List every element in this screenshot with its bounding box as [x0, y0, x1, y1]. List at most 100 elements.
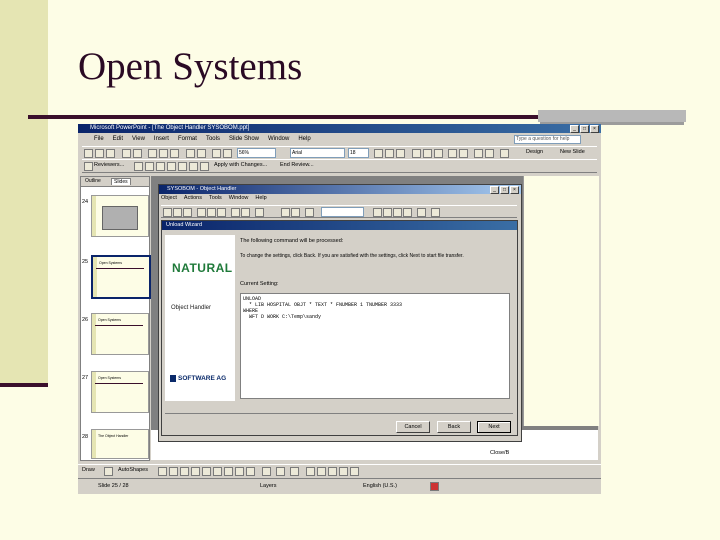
3d-style-icon[interactable]: [350, 467, 359, 476]
align-center-icon[interactable]: [423, 149, 432, 158]
numbering-icon[interactable]: [459, 149, 468, 158]
line-color-icon[interactable]: [276, 467, 285, 476]
sysobom-menu-item-window[interactable]: Window: [229, 195, 249, 201]
redo-icon[interactable]: [197, 149, 206, 158]
save-icon[interactable]: [106, 149, 115, 158]
cut-icon[interactable]: [148, 149, 157, 158]
chart-icon[interactable]: [212, 149, 221, 158]
font-size-select[interactable]: 18: [348, 148, 369, 158]
draw-menu-button[interactable]: Draw: [82, 467, 95, 473]
arrow-right-icon[interactable]: [281, 208, 290, 217]
font-size-increase-icon[interactable]: [474, 149, 483, 158]
prev-comment-icon[interactable]: [134, 162, 143, 171]
rectangle-icon[interactable]: [180, 467, 189, 476]
back-button[interactable]: Back: [437, 421, 471, 433]
autoshapes-menu-button[interactable]: AutoShapes: [118, 467, 148, 473]
cut-icon[interactable]: [197, 208, 206, 217]
table-icon[interactable]: [223, 149, 232, 158]
underline-icon[interactable]: [396, 149, 405, 158]
print-icon[interactable]: [122, 149, 131, 158]
maximize-button[interactable]: □: [500, 186, 509, 194]
new-slide-button[interactable]: New Slide: [560, 149, 585, 155]
edit-comment-icon[interactable]: [167, 162, 176, 171]
spelling-icon[interactable]: [133, 149, 142, 158]
line-style-icon[interactable]: [306, 467, 315, 476]
maximize-button[interactable]: □: [580, 125, 589, 133]
menu-item-edit[interactable]: Edit: [113, 136, 123, 142]
review-icon[interactable]: [84, 162, 93, 171]
shadow-style-icon[interactable]: [339, 467, 348, 476]
slide-thumbnail-selected[interactable]: Open Systems: [91, 255, 151, 299]
paste-icon[interactable]: [170, 149, 179, 158]
close-button[interactable]: ×: [510, 186, 519, 194]
menu-item-help[interactable]: Help: [298, 136, 310, 142]
sysobom-menu-item-actions[interactable]: Actions: [184, 195, 202, 201]
refresh-icon[interactable]: [305, 208, 314, 217]
open-folder-icon[interactable]: [95, 149, 104, 158]
save-icon[interactable]: [183, 208, 192, 217]
copy-icon[interactable]: [207, 208, 216, 217]
align-left-icon[interactable]: [412, 149, 421, 158]
find-icon[interactable]: [403, 208, 412, 217]
slide-thumbnail[interactable]: [91, 195, 149, 237]
oval-icon[interactable]: [191, 467, 200, 476]
sysobom-menu-item-tools[interactable]: Tools: [209, 195, 222, 201]
slide-thumbnail[interactable]: Open Systems: [91, 313, 149, 355]
tab-slides[interactable]: Slides: [111, 178, 131, 185]
zoom-select[interactable]: 56%: [237, 148, 276, 158]
menu-item-file[interactable]: File: [94, 136, 104, 142]
cancel-button[interactable]: Cancel: [396, 421, 430, 433]
menu-item-slide-show[interactable]: Slide Show: [229, 136, 259, 142]
menu-item-window[interactable]: Window: [268, 136, 289, 142]
textbox-icon[interactable]: [202, 467, 211, 476]
properties-icon[interactable]: [241, 208, 250, 217]
arrow-style-icon[interactable]: [328, 467, 337, 476]
new-file-icon[interactable]: [84, 149, 93, 158]
menu-item-insert[interactable]: Insert: [154, 136, 169, 142]
bullets-icon[interactable]: [448, 149, 457, 158]
context-help-icon[interactable]: [431, 208, 440, 217]
reject-change-icon[interactable]: [200, 162, 209, 171]
select-pointer-icon[interactable]: [104, 467, 113, 476]
slide-thumbnail[interactable]: The Object Handler: [91, 429, 149, 459]
new-icon[interactable]: [163, 208, 172, 217]
design-button[interactable]: Design: [526, 149, 543, 155]
clipart-icon[interactable]: [235, 467, 244, 476]
delete-comment-icon[interactable]: [178, 162, 187, 171]
apply-with-changes-button[interactable]: Apply with Changes...: [214, 162, 267, 168]
align-right-icon[interactable]: [434, 149, 443, 158]
next-button[interactable]: Next: [477, 421, 511, 433]
sysobom-menu-item-object[interactable]: Object: [161, 195, 177, 201]
arrow-icon[interactable]: [169, 467, 178, 476]
help-icon[interactable]: [417, 208, 426, 217]
reviewers-button[interactable]: Reviewers...: [94, 162, 124, 168]
insert-comment-icon[interactable]: [156, 162, 165, 171]
view-list-icon[interactable]: [373, 208, 382, 217]
minimize-button[interactable]: _: [490, 186, 499, 194]
tab-outline[interactable]: Outline: [83, 178, 103, 184]
fill-color-icon[interactable]: [262, 467, 271, 476]
font-size-decrease-icon[interactable]: [485, 149, 494, 158]
dash-style-icon[interactable]: [317, 467, 326, 476]
font-color-icon[interactable]: [290, 467, 299, 476]
sysobom-menu-item-help[interactable]: Help: [255, 195, 266, 201]
slide-thumbnail[interactable]: Open Systems: [91, 371, 149, 413]
open-icon[interactable]: [173, 208, 182, 217]
menu-item-tools[interactable]: Tools: [206, 136, 220, 142]
wordart-icon[interactable]: [213, 467, 222, 476]
help-search-input[interactable]: Type a question for help: [514, 135, 581, 144]
accept-change-icon[interactable]: [189, 162, 198, 171]
minimize-button[interactable]: _: [570, 125, 579, 133]
menu-item-view[interactable]: View: [132, 136, 145, 142]
diagram-icon[interactable]: [224, 467, 233, 476]
font-color-icon[interactable]: [500, 149, 509, 158]
italic-icon[interactable]: [385, 149, 394, 158]
line-icon[interactable]: [158, 467, 167, 476]
picture-icon[interactable]: [246, 467, 255, 476]
view-details-icon[interactable]: [383, 208, 392, 217]
paste-icon[interactable]: [217, 208, 226, 217]
close-button[interactable]: ×: [590, 125, 599, 133]
end-review-button[interactable]: End Review...: [280, 162, 314, 168]
font-select[interactable]: Arial: [290, 148, 345, 158]
menu-item-format[interactable]: Format: [178, 136, 197, 142]
